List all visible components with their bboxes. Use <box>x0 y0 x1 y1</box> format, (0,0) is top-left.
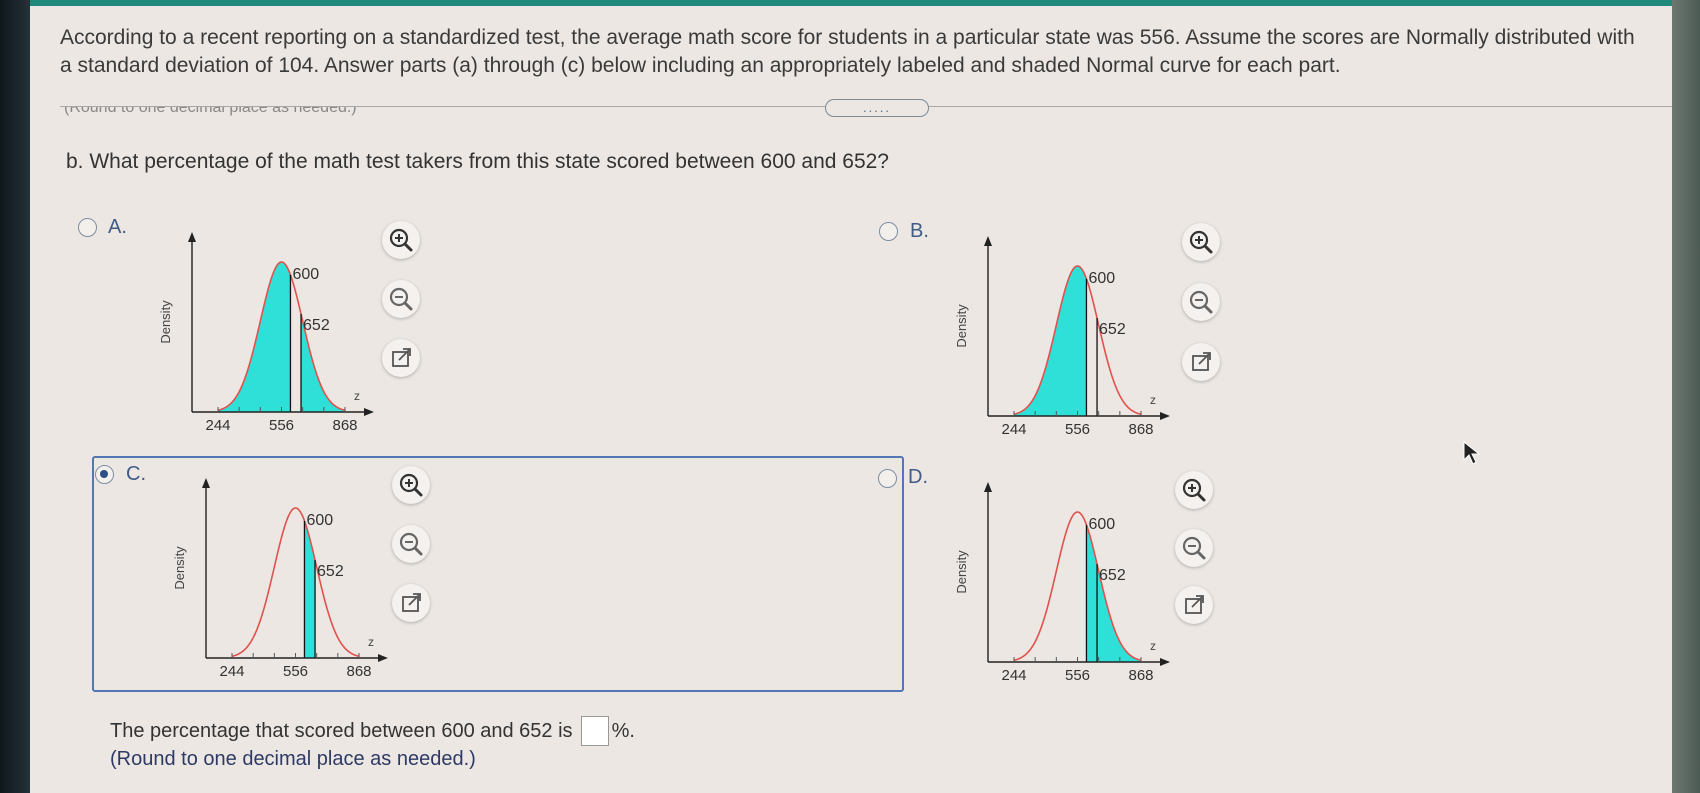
mouse-cursor-icon <box>1463 440 1481 465</box>
tick-label: 556 <box>283 663 308 680</box>
x-axis-label: z <box>1150 639 1156 653</box>
x-axis-label: z <box>1150 393 1156 407</box>
option-a-chart: 244 556 868 600 652 Density z <box>140 222 380 442</box>
option-a-label[interactable]: A. <box>108 216 127 239</box>
shaded-region <box>218 262 291 412</box>
normal-curve <box>231 507 360 658</box>
normal-curve-svg: 244 556 868 600 652 Density z <box>172 478 388 680</box>
option-b-open-button[interactable] <box>1182 343 1220 381</box>
zoom-in-icon <box>1182 478 1206 502</box>
question-header: According to a recent reporting on a sta… <box>60 26 1635 77</box>
option-a-open-button[interactable] <box>382 339 420 377</box>
open-external-icon <box>392 348 411 367</box>
option-c-open-button[interactable] <box>392 584 430 622</box>
normal-curve-svg: 244 556 868 600 652 Density z <box>954 482 1170 684</box>
tick-label: 868 <box>1128 667 1153 684</box>
option-a-radio[interactable] <box>78 218 97 237</box>
option-d-label[interactable]: D. <box>908 466 928 489</box>
marker-label-652: 652 <box>1099 567 1126 584</box>
y-axis-label: Density <box>954 550 969 594</box>
y-axis-label: Density <box>954 304 969 348</box>
x-axis-label: z <box>354 389 360 403</box>
tick-label: 868 <box>332 417 357 434</box>
collapse-handle-button[interactable]: ..... <box>825 99 929 117</box>
cropped-hint-text: (Round to one decimal place as needed.) <box>64 106 357 116</box>
part-b-question: b. What percentage of the math test take… <box>66 150 889 173</box>
zoom-in-icon <box>399 473 423 497</box>
option-b-radio[interactable] <box>879 222 898 241</box>
zoom-out-icon <box>389 287 413 311</box>
option-d-zoom-out-button[interactable] <box>1175 529 1213 567</box>
option-a-zoom-in-button[interactable] <box>382 221 420 259</box>
option-a-zoom-out-button[interactable] <box>382 280 420 318</box>
marker-label-652: 652 <box>303 317 330 334</box>
tick-label: 868 <box>346 663 371 680</box>
y-axis-label: Density <box>158 300 173 344</box>
tick-label: 556 <box>269 417 294 434</box>
monitor-bezel-right <box>1672 0 1700 793</box>
rounding-hint: (Round to one decimal place as needed.) <box>110 748 476 770</box>
zoom-out-icon <box>399 532 423 556</box>
y-axis-label: Density <box>172 546 187 590</box>
tick-label: 556 <box>1065 667 1090 684</box>
screen: According to a recent reporting on a sta… <box>30 0 1672 793</box>
tick-label: 244 <box>1001 667 1026 684</box>
open-external-icon <box>1185 595 1204 614</box>
zoom-out-icon <box>1182 536 1206 560</box>
marker-label-652: 652 <box>1099 321 1126 338</box>
answer-line: The percentage that scored between 600 a… <box>110 716 635 746</box>
tick-label: 244 <box>219 663 244 680</box>
zoom-in-icon <box>1189 230 1213 254</box>
option-b-label[interactable]: B. <box>910 220 929 243</box>
answer-input[interactable] <box>580 716 609 746</box>
option-c-label[interactable]: C. <box>126 463 146 486</box>
option-d-zoom-in-button[interactable] <box>1175 471 1213 509</box>
option-b-zoom-in-button[interactable] <box>1182 223 1220 261</box>
option-d-chart: 244 556 868 600 652 Density z <box>936 472 1176 692</box>
option-c-radio[interactable] <box>95 465 114 484</box>
open-external-icon <box>1192 352 1211 371</box>
answer-suffix: %. <box>611 719 635 742</box>
zoom-out-icon <box>1189 290 1213 314</box>
marker-label-652: 652 <box>317 563 344 580</box>
monitor-bezel-left <box>0 0 32 793</box>
option-b-chart: 244 556 868 600 652 Density z <box>936 226 1176 446</box>
option-c-chart: 244 556 868 600 652 Density z <box>154 468 394 688</box>
normal-curve <box>1013 511 1142 662</box>
option-c-zoom-out-button[interactable] <box>392 525 430 563</box>
marker-label-600: 600 <box>1088 270 1115 287</box>
option-b-zoom-out-button[interactable] <box>1182 283 1220 321</box>
normal-curve-svg: 244 556 868 600 652 Density z <box>954 236 1170 438</box>
marker-label-600: 600 <box>292 266 319 283</box>
x-axis-label: z <box>368 635 374 649</box>
marker-label-600: 600 <box>306 512 333 529</box>
tick-label: 556 <box>1065 421 1090 438</box>
option-d-open-button[interactable] <box>1175 586 1213 624</box>
top-accent-bar <box>30 0 1672 6</box>
tick-label: 868 <box>1128 421 1153 438</box>
tick-label: 244 <box>205 417 230 434</box>
normal-curve-svg: 244 556 868 600 652 Density z <box>158 232 374 434</box>
answer-prefix: The percentage that scored between 600 a… <box>110 719 573 742</box>
zoom-in-icon <box>389 228 413 252</box>
option-c-zoom-in-button[interactable] <box>392 466 430 504</box>
shaded-region <box>1086 524 1141 662</box>
shaded-region <box>1014 266 1087 416</box>
open-external-icon <box>402 593 421 612</box>
option-d-radio[interactable] <box>878 469 897 488</box>
marker-label-600: 600 <box>1088 516 1115 533</box>
tick-label: 244 <box>1001 421 1026 438</box>
